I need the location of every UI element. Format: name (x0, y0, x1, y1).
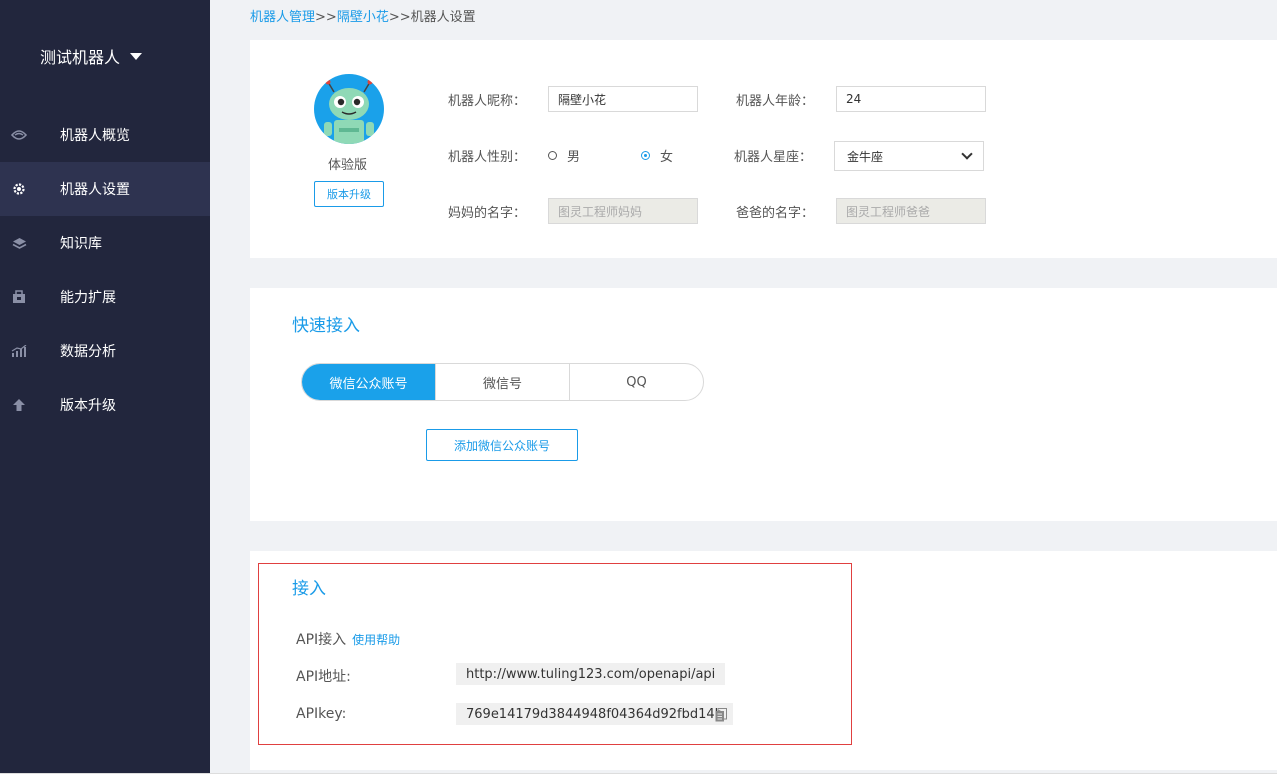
breadcrumb-separator: >> (315, 10, 337, 25)
nickname-label: 机器人昵称： (448, 94, 527, 109)
mother-name-label: 妈妈的名字： (448, 206, 527, 221)
zodiac-label: 机器人星座： (734, 150, 813, 165)
nickname-input[interactable]: 隔壁小花 (548, 86, 698, 112)
sidebar-item-label: 机器人概览 (60, 128, 130, 144)
tab-qq[interactable]: QQ (569, 364, 703, 400)
sidebar-item-label: 能力扩展 (60, 290, 116, 306)
breadcrumb-robot-name[interactable]: 隔壁小花 (337, 10, 389, 25)
api-address-label: API地址: (296, 669, 351, 685)
chart-icon (11, 343, 27, 359)
version-label: 体验版 (328, 158, 368, 173)
zodiac-selected-value: 金牛座 (847, 149, 884, 164)
gender-male-label: 男 (567, 150, 581, 165)
sidebar-item-settings[interactable]: 机器人设置 (0, 162, 210, 216)
sidebar-item-analytics[interactable]: 数据分析 (0, 324, 210, 378)
sidebar-item-upgrade[interactable]: 版本升级 (0, 378, 210, 432)
sidebar: 测试机器人 机器人概览 机器人设置 知识库 能力扩展 数据分析 版本升级 (0, 0, 210, 773)
robot-switcher-label: 测试机器人 (40, 48, 121, 67)
channel-tabs: 微信公众账号 微信号 QQ (301, 363, 704, 401)
tab-wechat[interactable]: 微信号 (435, 364, 569, 400)
age-label: 机器人年龄： (736, 94, 815, 109)
quick-access-card: 快速接入 微信公众账号 微信号 QQ 添加微信公众账号 (250, 288, 1277, 521)
api-access-label: API接入 (296, 632, 347, 648)
gender-radio-female[interactable]: 女 (641, 146, 673, 165)
gender-label: 机器人性别： (448, 150, 527, 165)
api-highlight-box: 接入 API接入 使用帮助 API地址: http://www.tuling123… (258, 563, 852, 745)
status-strip (0, 773, 1277, 781)
sidebar-item-extension[interactable]: 能力扩展 (0, 270, 210, 324)
gender-female-label: 女 (660, 150, 674, 165)
api-address-value[interactable]: http://www.tuling123.com/openapi/api (456, 663, 726, 685)
sidebar-item-label: 数据分析 (60, 344, 116, 360)
father-name-input: 图灵工程师爸爸 (836, 198, 986, 224)
tab-wechat-official[interactable]: 微信公众账号 (302, 364, 435, 400)
add-wechat-official-button[interactable]: 添加微信公众账号 (426, 429, 578, 461)
quick-access-title: 快速接入 (292, 316, 360, 336)
caret-down-icon (130, 52, 143, 60)
layers-icon (11, 235, 27, 251)
robot-profile-card: 体验版 版本升级 机器人昵称： 隔壁小花 机器人年龄： 24 机器人性别： 男 … (250, 40, 1277, 258)
gear-icon (11, 181, 27, 197)
sidebar-item-label: 机器人设置 (60, 182, 130, 198)
api-access-card: 接入 API接入 使用帮助 API地址: http://www.tuling123… (250, 551, 1277, 770)
api-section-title: 接入 (292, 579, 326, 599)
breadcrumb-separator: >> (388, 10, 411, 25)
radio-unchecked-icon (548, 151, 557, 160)
robot-switcher[interactable]: 测试机器人 (40, 44, 143, 68)
upload-arrow-icon (11, 397, 27, 413)
robot-avatar (314, 74, 384, 144)
sidebar-item-label: 版本升级 (60, 398, 116, 414)
api-access-row: API接入 使用帮助 (296, 629, 400, 649)
zodiac-select[interactable]: 金牛座 (834, 141, 984, 171)
sidebar-nav: 机器人概览 机器人设置 知识库 能力扩展 数据分析 版本升级 (0, 108, 210, 432)
father-name-label: 爸爸的名字： (736, 206, 815, 221)
api-key-value[interactable]: 769e14179d3844948f04364d92fbd14b (456, 703, 733, 725)
age-input[interactable]: 24 (836, 86, 986, 112)
mother-name-input: 图灵工程师妈妈 (548, 198, 698, 224)
copy-icon[interactable] (715, 707, 727, 722)
breadcrumb-current: 机器人设置 (410, 10, 476, 25)
sidebar-item-overview[interactable]: 机器人概览 (0, 108, 210, 162)
help-link[interactable]: 使用帮助 (352, 633, 400, 647)
sidebar-item-label: 知识库 (60, 236, 102, 252)
eye-icon (11, 127, 27, 143)
breadcrumb: 机器人管理>>隔壁小花>>机器人设置 (250, 6, 476, 25)
breadcrumb-robot-management[interactable]: 机器人管理 (250, 10, 315, 25)
api-key-label: APIkey: (296, 706, 347, 722)
chevron-down-icon (961, 148, 973, 160)
sidebar-item-knowledge[interactable]: 知识库 (0, 216, 210, 270)
upgrade-button[interactable]: 版本升级 (314, 181, 384, 207)
radio-checked-icon (641, 151, 650, 160)
gender-radio-male[interactable]: 男 (548, 146, 580, 165)
extension-icon (11, 289, 27, 305)
